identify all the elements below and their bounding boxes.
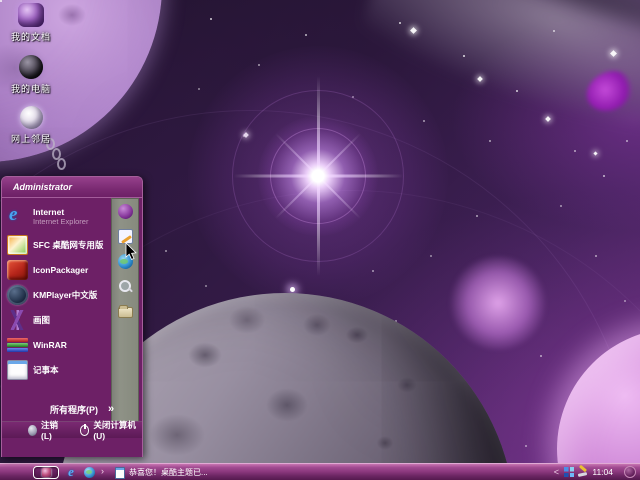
menu-item-iconpackager[interactable]: IconPackager — [7, 257, 109, 282]
menu-item-sfc[interactable]: SFC 桌酷网专用版 — [7, 232, 109, 257]
log-off-button[interactable]: 注销(L) — [24, 420, 68, 441]
shut-down-label: 关闭计算机(U) — [93, 420, 136, 441]
menu-item-label: SFC 桌酷网专用版 — [33, 239, 104, 250]
menu-item-label: WinRAR — [33, 339, 67, 350]
taskbar: e › 恭喜您！桌酷主题已... < 11:04 — [0, 463, 640, 480]
all-programs-button[interactable]: 所有程序(P) » — [2, 397, 144, 421]
icon-label: 我的文档 — [10, 32, 51, 42]
kmplayer-icon — [7, 284, 28, 305]
bright-star-dot — [290, 287, 295, 292]
my-computer-icon — [19, 55, 43, 79]
all-programs-label: 所有程序(P) — [50, 404, 98, 415]
notepad-task-icon — [115, 466, 125, 479]
paint-icon — [7, 309, 28, 330]
tray-collapse-chevron[interactable]: < — [554, 467, 559, 478]
menu-item-internet[interactable]: Internet Internet Explorer — [7, 201, 109, 232]
iconpackager-icon — [7, 259, 28, 280]
tray-blue-squares-icon[interactable] — [564, 467, 574, 477]
desktop-icon-my-computer[interactable]: 我的电脑 — [0, 55, 62, 95]
menu-item-kmplayer[interactable]: KMPlayer中文版 — [7, 282, 109, 307]
log-off-label: 注销(L) — [41, 420, 59, 441]
power-icon — [79, 423, 90, 436]
edit-document-icon[interactable] — [117, 229, 133, 244]
start-logo-icon — [41, 468, 51, 477]
start-button[interactable] — [33, 466, 59, 479]
task-button-label: 恭喜您！桌酷主题已... — [129, 468, 208, 477]
my-documents-icon — [18, 3, 44, 27]
menu-item-label: 记事本 — [33, 364, 59, 375]
shut-down-button[interactable]: 关闭计算机(U) — [76, 420, 142, 441]
sparkle-star — [593, 151, 598, 156]
folder-icon[interactable] — [117, 305, 133, 318]
winrar-icon — [7, 335, 28, 355]
network-places-icon — [19, 106, 43, 129]
sfc-app-icon — [7, 234, 28, 255]
taskbar-clock[interactable]: 11:04 — [592, 464, 613, 480]
mouse-cursor — [125, 242, 137, 266]
user-name: Administrator — [13, 182, 73, 192]
menu-item-label: Internet — [33, 206, 65, 217]
star-field — [0, 0, 2, 2]
glow-sphere — [449, 256, 547, 350]
log-off-icon — [28, 424, 38, 436]
quicklaunch-internet-explorer-icon[interactable]: e — [64, 465, 78, 479]
start-menu: Administrator Internet Internet Explorer… — [1, 176, 143, 457]
internet-explorer-icon — [7, 204, 28, 227]
double-chevron-icon: » — [108, 403, 114, 415]
start-menu-footer: 注销(L) 关闭计算机(U) — [2, 420, 142, 441]
desktop-icon-network-places[interactable]: 网上邻居 — [0, 106, 62, 145]
quicklaunch-overflow-chevron[interactable]: › — [101, 466, 104, 476]
desktop-icon-my-documents[interactable]: 我的文档 — [0, 3, 62, 43]
menu-item-label: IconPackager — [33, 264, 89, 275]
menu-item-notepad[interactable]: 记事本 — [7, 357, 109, 382]
menu-item-winrar[interactable]: WinRAR — [7, 332, 109, 357]
notepad-icon — [7, 359, 28, 380]
icon-label: 网上邻居 — [10, 134, 51, 144]
quicklaunch-globe-icon[interactable] — [84, 467, 95, 478]
desktop: 我的文档 我的电脑 网上邻居 Administrator Internet In… — [0, 0, 640, 480]
icon-label: 我的电脑 — [10, 84, 51, 94]
menu-item-label: 画图 — [33, 314, 51, 325]
taskbar-task-button[interactable]: 恭喜您！桌酷主题已... — [111, 464, 212, 480]
taskbar-end-button[interactable] — [624, 466, 636, 478]
menu-item-sublabel: Internet Explorer — [33, 216, 89, 226]
tray-ime-pen-icon[interactable] — [577, 467, 588, 478]
search-icon[interactable] — [118, 279, 133, 294]
menu-item-paint[interactable]: 画图 — [7, 307, 109, 332]
my-documents-sphere-icon[interactable] — [117, 204, 133, 219]
menu-item-label: KMPlayer中文版 — [33, 289, 98, 300]
start-menu-user-banner: Administrator — [2, 177, 142, 198]
sparkle-star — [545, 116, 551, 122]
